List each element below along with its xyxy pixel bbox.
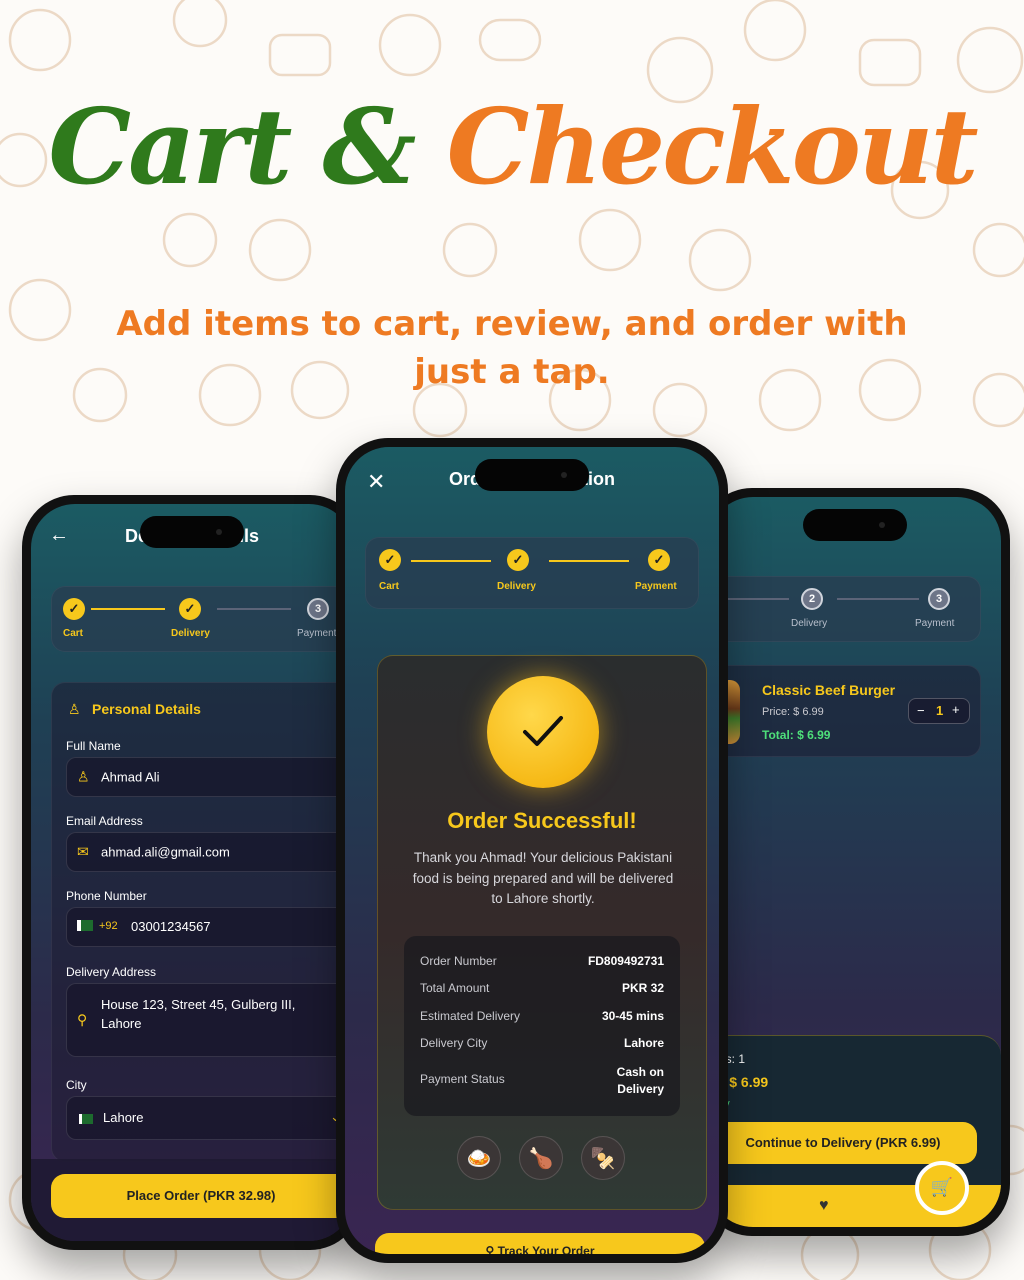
full-name-field[interactable]: ♙ Ahmad Ali — [66, 757, 353, 797]
step-label-delivery: Delivery — [791, 618, 828, 629]
step-cart-check-icon: ✓ — [63, 598, 85, 620]
page-title: Cart & Checkout — [0, 95, 1024, 199]
checkout-stepper: ✓ ✓ 3 Cart Delivery Payment — [51, 586, 351, 652]
pakistan-flag-icon — [79, 1114, 93, 1124]
page-subtitle: Add items to cart, review, and order wit… — [116, 304, 908, 392]
step-payment-check-icon: ✓ — [648, 549, 670, 571]
address-label: Delivery Address — [66, 965, 157, 979]
step-connector — [549, 560, 629, 562]
step-delivery-number: 2 — [801, 588, 823, 610]
person-icon: ♙ — [77, 768, 90, 785]
address-value: House 123, Street 45, Gulberg III, Lahor… — [101, 995, 295, 1033]
track-order-button[interactable]: ⚲ Track Your Order — [375, 1233, 705, 1254]
person-icon: ♙ — [68, 701, 81, 717]
step-connector — [91, 608, 165, 610]
checkout-stepper: ✓ ✓ ✓ Cart Delivery Payment — [365, 537, 699, 609]
step-label-cart: Cart — [379, 581, 400, 592]
address-line1: House 123, Street 45, Gulberg III, — [101, 997, 296, 1012]
full-name-label: Full Name — [66, 739, 121, 753]
confirmation-screen: ✕ Order Confirmation ✓ ✓ ✓ Cart Delivery… — [345, 447, 719, 1254]
city-select[interactable]: Lahore ⌄ — [66, 1096, 353, 1140]
detail-key: Order Number — [420, 954, 497, 968]
dynamic-island — [475, 459, 589, 491]
success-title: Order Successful! — [447, 808, 637, 833]
pakistan-flag-icon — [77, 920, 93, 931]
city-label: City — [66, 1078, 87, 1092]
email-value: ahmad.ali@gmail.com — [101, 844, 230, 860]
qty-plus-button[interactable]: + — [952, 702, 960, 717]
phone-country-code: +92 — [99, 920, 118, 932]
quantity-stepper: − 1 + — [908, 698, 970, 724]
detail-key: Payment Status — [420, 1072, 505, 1086]
order-details-table: Order Number FD809492731 Total Amount PK… — [404, 936, 680, 1116]
kebab-icon: 🍢 — [581, 1136, 625, 1180]
detail-key: Total Amount — [420, 981, 490, 995]
city-value: Lahore — [103, 1110, 144, 1125]
step-connector — [837, 598, 919, 600]
step-label-payment: Payment — [635, 581, 677, 592]
cart-screen: 2 3 Delivery Payment Classic Beef Burger… — [709, 497, 1001, 1227]
dynamic-island — [140, 516, 244, 548]
cart-fab-icon[interactable]: 🛒 — [915, 1161, 969, 1215]
dynamic-island — [803, 509, 907, 541]
address-field[interactable]: ⚲ House 123, Street 45, Gulberg III, Lah… — [66, 983, 353, 1057]
checkout-stepper: 2 3 Delivery Payment — [709, 576, 981, 642]
payment-status-line2: Delivery — [617, 1082, 664, 1096]
title-cart: Cart & — [48, 85, 416, 208]
biryani-icon: 🍛 — [457, 1136, 501, 1180]
chicken-leg-icon: 🍗 — [519, 1136, 563, 1180]
phone-delivery-details: ← Delivery Details ✓ ✓ 3 Cart Delivery P… — [22, 495, 362, 1250]
detail-value: FD809492731 — [587, 954, 664, 968]
location-pin-icon: ⚲ — [485, 1244, 498, 1254]
phone-label: Phone Number — [66, 889, 147, 903]
order-success-card: Order Successful! Thank you Ahmad! Your … — [377, 655, 707, 1210]
step-payment-number: 3 — [928, 588, 950, 610]
section-title: Personal Details — [92, 701, 201, 717]
step-label-payment: Payment — [915, 618, 955, 629]
step-label-payment: Payment — [297, 628, 337, 639]
detail-key: Delivery City — [420, 1036, 488, 1050]
step-label-delivery: Delivery — [171, 628, 210, 639]
detail-key: Estimated Delivery — [420, 1009, 521, 1023]
step-label-cart: Cart — [63, 628, 84, 639]
phone-value: 03001234567 — [131, 919, 211, 934]
track-order-label: Track Your Order — [497, 1244, 595, 1254]
item-price: Price: $ 6.99 — [762, 706, 824, 718]
detail-value: PKR 32 — [621, 981, 664, 995]
step-cart-check-icon: ✓ — [379, 549, 401, 571]
item-total: Total: $ 6.99 — [762, 728, 831, 742]
title-checkout: Checkout — [446, 85, 979, 208]
personal-details-card: ♙ Personal Details Full Name ♙ Ahmad Ali… — [51, 682, 353, 1162]
delivery-screen: ← Delivery Details ✓ ✓ 3 Cart Delivery P… — [31, 504, 353, 1241]
success-check-icon — [487, 676, 599, 788]
detail-value: 30-45 mins — [601, 1009, 664, 1023]
step-connector — [217, 608, 291, 610]
continue-to-delivery-button[interactable]: Continue to Delivery (PKR 6.99) — [709, 1122, 977, 1164]
qty-value: 1 — [936, 703, 944, 718]
phone-order-confirmation: ✕ Order Confirmation ✓ ✓ ✓ Cart Delivery… — [336, 438, 728, 1263]
payment-status-line1: Cash on — [616, 1065, 664, 1079]
step-label-delivery: Delivery — [497, 581, 536, 592]
mail-icon: ✉ — [77, 843, 89, 860]
phone-field[interactable]: +92 03001234567 — [66, 907, 353, 947]
cart-item-card: Classic Beef Burger Price: $ 6.99 Total:… — [709, 665, 981, 757]
email-field[interactable]: ✉ ahmad.ali@gmail.com — [66, 832, 353, 872]
address-line2: Lahore — [101, 1016, 142, 1031]
item-name: Classic Beef Burger — [762, 682, 896, 698]
step-payment-number: 3 — [307, 598, 329, 620]
email-label: Email Address — [66, 814, 143, 828]
success-message: Thank you Ahmad! Your delicious Pakistan… — [412, 850, 674, 906]
detail-value: Lahore — [623, 1036, 664, 1050]
heart-icon[interactable]: ♥ — [819, 1197, 829, 1215]
place-order-button[interactable]: Place Order (PKR 32.98) — [51, 1174, 351, 1218]
location-pin-icon: ⚲ — [77, 1011, 88, 1028]
phone-cart: 2 3 Delivery Payment Classic Beef Burger… — [700, 488, 1010, 1236]
step-connector — [411, 560, 491, 562]
detail-value: Cash on Delivery — [617, 1064, 664, 1098]
step-delivery-check-icon: ✓ — [179, 598, 201, 620]
full-name-value: Ahmad Ali — [101, 769, 160, 785]
step-delivery-check-icon: ✓ — [507, 549, 529, 571]
qty-minus-button[interactable]: − — [917, 703, 925, 718]
